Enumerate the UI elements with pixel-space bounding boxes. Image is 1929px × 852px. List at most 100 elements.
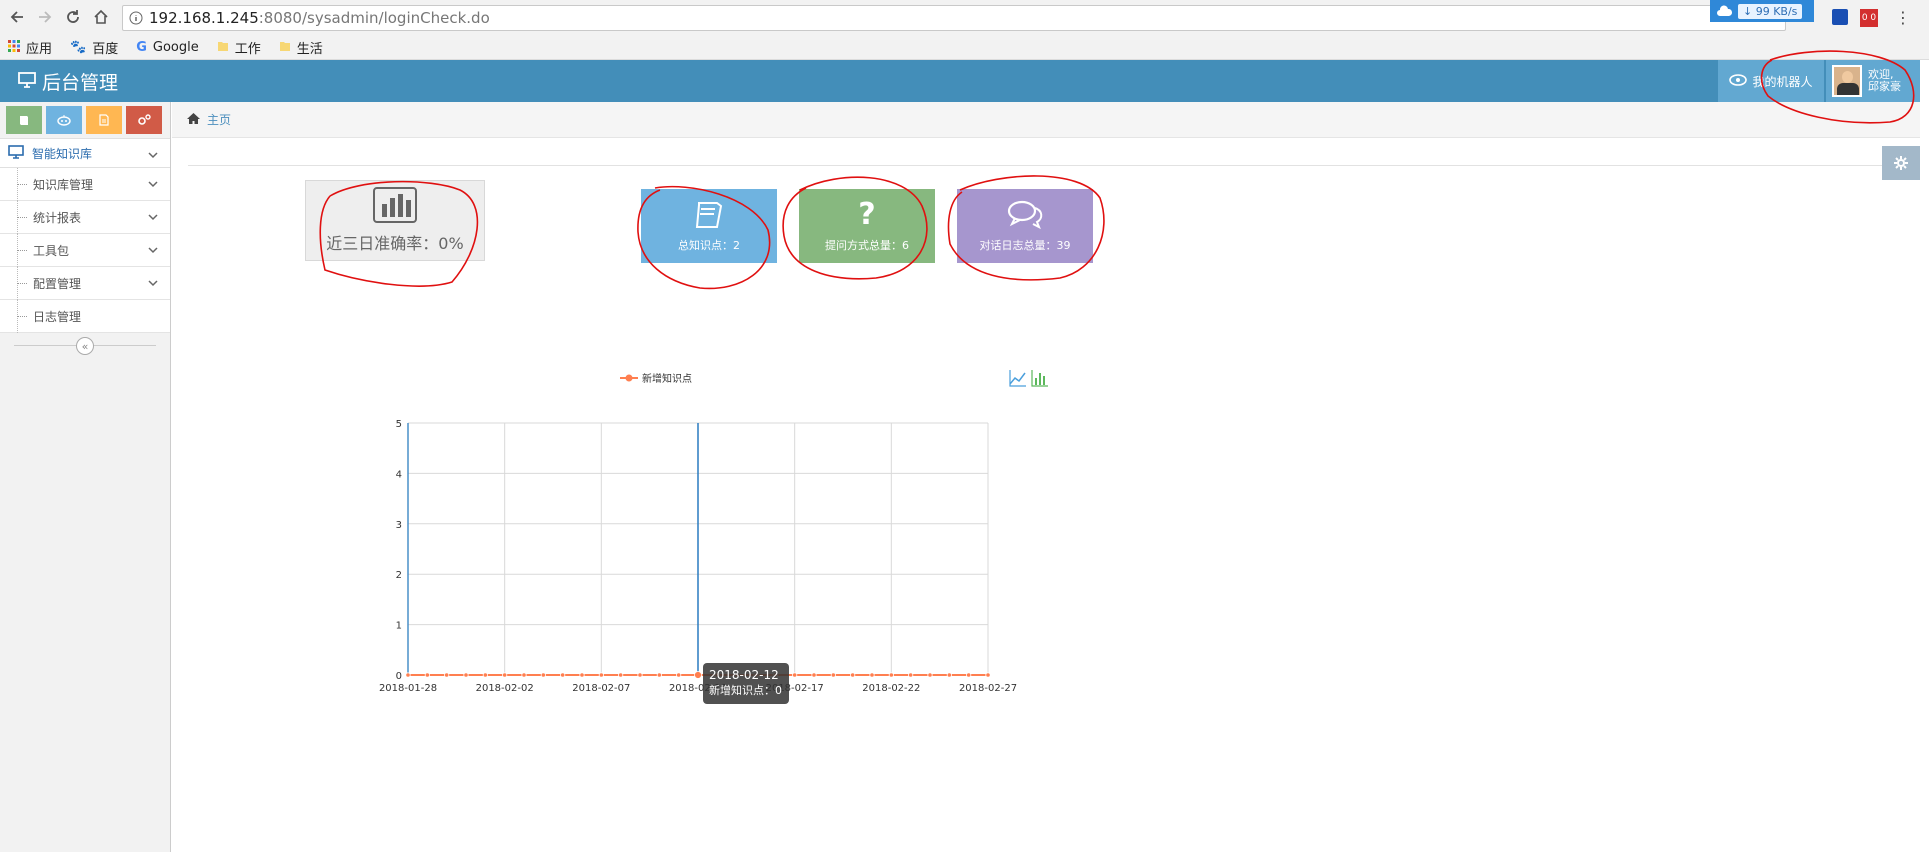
app-title[interactable]: 后台管理 — [18, 68, 118, 95]
back-icon[interactable] — [6, 6, 28, 28]
folder-icon — [217, 40, 229, 56]
data-point[interactable] — [637, 672, 643, 678]
book-icon — [691, 199, 727, 231]
data-point[interactable] — [482, 672, 488, 678]
document-icon — [99, 114, 109, 126]
shortcut-document-button[interactable] — [86, 106, 122, 134]
dialog-logs-tile[interactable]: 对话日志总量：39 — [957, 189, 1093, 263]
y-tick-label: 4 — [396, 469, 402, 480]
download-speed-badge[interactable]: ↓ 99 KB/s — [1710, 0, 1814, 22]
browser-menu-icon[interactable]: ⋮ — [1895, 8, 1911, 27]
info-icon[interactable] — [129, 11, 143, 25]
chat-bubbles-icon — [1005, 199, 1045, 231]
bookmark-work[interactable]: 工作 — [217, 38, 261, 57]
data-point[interactable] — [811, 672, 817, 678]
accuracy-stat-box: 近三日准确率：0% — [305, 180, 485, 261]
data-point[interactable] — [830, 672, 836, 678]
home-icon — [186, 112, 201, 128]
bookmark-apps[interactable]: 应用 — [8, 38, 52, 57]
data-point[interactable] — [444, 672, 450, 678]
data-point[interactable] — [656, 672, 662, 678]
sidebar-subitem-label: 知识库管理 — [33, 177, 94, 192]
forward-icon[interactable] — [34, 6, 56, 28]
data-point[interactable] — [888, 672, 894, 678]
data-point[interactable] — [927, 672, 933, 678]
sidebar: 智能知识库 知识库管理统计报表工具包配置管理日志管理 « — [0, 102, 171, 852]
bar-chart-icon — [373, 187, 417, 226]
data-point[interactable] — [502, 672, 508, 678]
data-point[interactable] — [540, 672, 546, 678]
shortcut-book-button[interactable] — [6, 106, 42, 134]
app-title-text: 后台管理 — [42, 72, 119, 94]
sidebar-subitem-label: 统计报表 — [33, 210, 82, 225]
home-icon[interactable] — [90, 6, 112, 28]
data-point[interactable] — [694, 671, 702, 679]
data-point[interactable] — [618, 672, 624, 678]
gears-icon — [138, 114, 151, 125]
data-point[interactable] — [463, 672, 469, 678]
reload-icon[interactable] — [62, 6, 84, 28]
bookmark-label: Google — [152, 40, 199, 55]
desktop-icon — [8, 144, 24, 162]
my-robot-label: 我的机器人 — [1752, 74, 1813, 89]
total-knowledge-tile[interactable]: 总知识点：2 — [641, 189, 777, 263]
data-point[interactable] — [560, 672, 566, 678]
data-point[interactable] — [850, 672, 856, 678]
sidebar-subitem[interactable]: 知识库管理 — [0, 168, 170, 201]
browser-toolbar: 192.168.1.245:8080/sysadmin/loginCheck.d… — [0, 0, 1929, 36]
bookmark-label: 应用 — [26, 42, 53, 57]
bookmark-google[interactable]: G Google — [136, 40, 199, 55]
legend-marker[interactable] — [625, 374, 633, 382]
y-tick-label: 2 — [396, 570, 402, 581]
sidebar-item-knowledge-base[interactable]: 智能知识库 — [0, 138, 170, 168]
sidebar-subitem-label: 配置管理 — [33, 276, 82, 291]
divider — [188, 165, 1913, 166]
data-point[interactable] — [405, 672, 411, 678]
address-bar[interactable]: 192.168.1.245:8080/sysadmin/loginCheck.d… — [122, 5, 1786, 31]
my-robot-button[interactable]: 我的机器人 — [1718, 60, 1824, 102]
user-menu[interactable]: 欢迎, 邱家豪 — [1826, 60, 1920, 102]
url-host: 192.168.1.245 — [149, 9, 259, 27]
bookmark-baidu[interactable]: 🐾 百度 — [70, 38, 118, 57]
chevron-down-icon — [148, 243, 158, 257]
total-knowledge-label: 总知识点：2 — [678, 239, 740, 252]
extension-badge-icon[interactable]: 0 0 — [1860, 9, 1878, 27]
sidebar-shortcuts — [0, 102, 170, 138]
collapse-sidebar-button[interactable]: « — [76, 337, 94, 355]
data-point[interactable] — [676, 672, 682, 678]
data-point[interactable] — [792, 672, 798, 678]
sidebar-subitem[interactable]: 配置管理 — [0, 267, 170, 300]
eye-icon — [1729, 73, 1748, 89]
chevron-down-icon — [148, 276, 158, 290]
question-types-tile[interactable]: ? 提问方式总量：6 — [799, 189, 935, 263]
extension-paw-icon[interactable] — [1832, 9, 1848, 25]
sidebar-subitem[interactable]: 工具包 — [0, 234, 170, 267]
sidebar-subitem[interactable]: 日志管理 — [0, 300, 170, 333]
chevron-down-icon — [148, 210, 158, 224]
legend-label[interactable]: 新增知识点 — [642, 372, 692, 385]
data-point[interactable] — [946, 672, 952, 678]
data-point[interactable] — [579, 672, 585, 678]
sidebar-subitem-label: 工具包 — [33, 243, 70, 258]
book-icon — [20, 116, 28, 125]
data-point[interactable] — [908, 672, 914, 678]
breadcrumb-home-link[interactable]: 主页 — [207, 111, 231, 128]
data-point[interactable] — [521, 672, 527, 678]
sidebar-subitem-label: 日志管理 — [33, 309, 82, 324]
bar-chart-icon[interactable] — [1031, 370, 1048, 387]
data-point[interactable] — [966, 672, 972, 678]
question-icon: ? — [858, 197, 876, 232]
sidebar-subitem[interactable]: 统计报表 — [0, 201, 170, 234]
desktop-icon — [18, 71, 36, 93]
data-point[interactable] — [424, 672, 430, 678]
y-tick-label: 1 — [396, 621, 402, 632]
shortcut-robot-button[interactable] — [46, 106, 82, 134]
line-chart-icon[interactable] — [1009, 370, 1026, 387]
shortcut-settings-button[interactable] — [126, 106, 162, 134]
baidu-paw-icon: 🐾 — [70, 40, 87, 55]
settings-button[interactable] — [1882, 146, 1920, 180]
data-point[interactable] — [869, 672, 875, 678]
data-point[interactable] — [985, 672, 991, 678]
bookmark-life[interactable]: 生活 — [279, 38, 323, 57]
data-point[interactable] — [598, 672, 604, 678]
